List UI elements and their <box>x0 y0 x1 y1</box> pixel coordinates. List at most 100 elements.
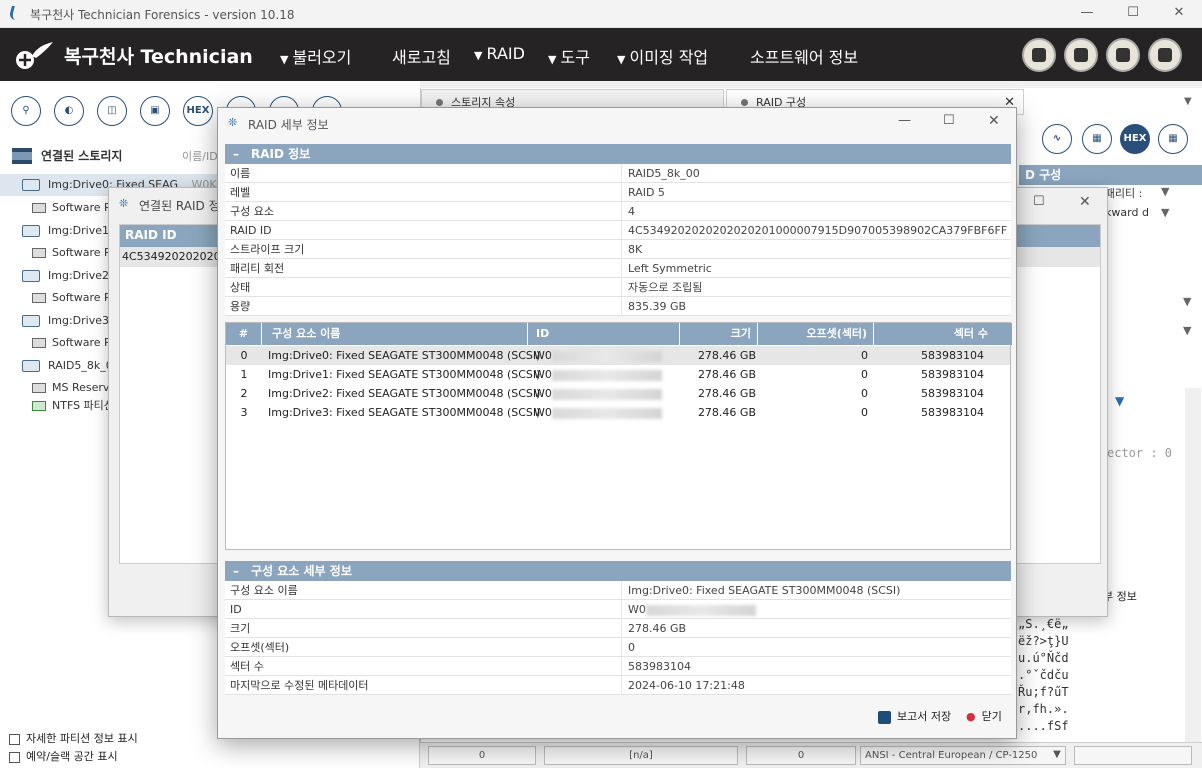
menu-refresh[interactable]: 새로고침 <box>392 44 451 68</box>
analyze-icon[interactable]: ◐ <box>54 96 84 126</box>
grid-icon[interactable]: ▦ <box>1158 124 1188 154</box>
hex-text-line: Řu;f?űT <box>1018 685 1069 699</box>
dropdown-arrow-icon: ▼ <box>280 53 289 66</box>
menu-tools[interactable]: ▼ 도구 <box>548 44 590 68</box>
dropdown-arrow-icon[interactable]: ▼ <box>1048 746 1066 765</box>
menu-software-info[interactable]: 소프트웨어 정보 <box>750 44 858 68</box>
prop-row: 스트라이프 크기 8K <box>225 240 1011 259</box>
col-sector-count[interactable]: 섹터 수 <box>874 323 1012 345</box>
cell-size: 278.46 GB <box>697 368 756 381</box>
app-logo-icon: ❊ <box>228 116 238 129</box>
col-offset[interactable]: 오프셋(섹터) <box>758 323 874 345</box>
window-title: 연결된 RAID 정 <box>139 199 220 213</box>
menu-load[interactable]: ▼ 불러오기 <box>280 44 351 68</box>
hex-view-button[interactable]: HEX <box>1120 124 1150 154</box>
close-button[interactable]: ● 닫기 <box>966 708 1002 724</box>
col-id[interactable]: ID <box>528 323 680 345</box>
cell-name: Img:Drive0: Fixed SEAGATE ST300MM0048 (S… <box>268 349 541 362</box>
app-logo-icon <box>8 6 24 20</box>
cell-index: 3 <box>240 406 248 419</box>
brand-name: 복구천사 Technician <box>64 46 253 68</box>
hex-text-line: ëž?>ţ}U <box>1018 634 1069 648</box>
status-value: 0 <box>746 746 856 765</box>
close-window-button[interactable]: ✕ <box>1156 0 1202 28</box>
menu-raid[interactable]: ▼ RAID <box>474 44 525 63</box>
raid-id-cell: 4C534920202020 <box>122 250 221 263</box>
cell-sectors: 583983104 <box>921 368 984 381</box>
waveform-icon[interactable]: ∿ <box>1042 124 1072 154</box>
report-info-link[interactable]: 부 정보 <box>1103 588 1137 604</box>
minimize-button[interactable]: — <box>898 113 911 128</box>
raid-info-section-header[interactable]: – RAID 정보 <box>225 144 1011 164</box>
gear-icon[interactable] <box>1148 38 1182 72</box>
cell-name: Img:Drive1: Fixed SEAGATE ST300MM0048 (S… <box>268 368 541 381</box>
cell-size: 278.46 GB <box>697 349 756 362</box>
dropdown-arrow-icon[interactable]: ▼ <box>1183 324 1191 337</box>
maximize-button[interactable]: ☐ <box>943 113 955 128</box>
cell-name: Img:Drive2: Fixed SEAGATE ST300MM0048 (S… <box>268 387 541 400</box>
detail-row: ID W0 <box>225 600 1011 619</box>
scrollbar[interactable] <box>1185 388 1201 744</box>
expand-arrow-icon[interactable]: ▼ <box>1115 394 1124 408</box>
cell-id: W0 <box>534 346 662 365</box>
lock-icon[interactable]: ▣ <box>140 96 170 126</box>
show-partition-details-checkbox[interactable]: 자세한 파티션 정보 표시 <box>9 730 138 746</box>
prop-row: 이름 RAID5_8k_00 <box>225 164 1011 183</box>
cell-id: W0 <box>534 403 662 422</box>
hex-text-line: „S.¸€ë„ <box>1018 617 1069 631</box>
cell-offset: 0 <box>861 349 868 362</box>
cell-name: Img:Drive3: Fixed SEAGATE ST300MM0048 (S… <box>268 406 541 419</box>
prop-row: 용량 835.39 GB <box>225 297 1011 316</box>
hex-view-button[interactable]: HEX <box>183 96 213 126</box>
prop-row: 패리티 회전 Left Symmetric <box>225 259 1011 278</box>
close-window-button[interactable]: ✕ <box>1079 194 1091 210</box>
close-dot-icon: ● <box>966 710 976 723</box>
tab-menu-icon[interactable]: ▼ <box>1184 96 1192 107</box>
close-window-button[interactable]: ✕ <box>988 113 1000 129</box>
detail-row: 구성 요소 이름 Img:Drive0: Fixed SEAGATE ST300M… <box>225 581 1011 600</box>
window-titlebar: 복구천사 Technician Forensics - version 10.1… <box>0 0 1202 28</box>
show-slack-space-checkbox[interactable]: 예약/슬랙 공간 표시 <box>9 748 118 764</box>
table-row[interactable]: 0 Img:Drive0: Fixed SEAGATE ST300MM0048 … <box>226 346 1010 365</box>
table-row[interactable]: 1 Img:Drive1: Fixed SEAGATE ST300MM0048 … <box>226 365 1010 384</box>
save-icon <box>878 710 891 724</box>
recover-icon[interactable]: ◫ <box>97 96 127 126</box>
dropdown-arrow-icon[interactable]: ▼ <box>1183 295 1191 308</box>
redacted-id <box>551 388 662 400</box>
cell-index: 2 <box>240 387 248 400</box>
dropdown-arrow-icon: ▼ <box>474 49 483 62</box>
raid-icon <box>32 293 46 303</box>
col-component-name[interactable]: 구성 요소 이름 <box>262 323 528 345</box>
collapse-icon: – <box>233 147 239 161</box>
maximize-button[interactable]: ☐ <box>1033 194 1045 209</box>
table-row[interactable]: 2 Img:Drive2: Fixed SEAGATE ST300MM0048 … <box>226 384 1010 403</box>
prop-row: RAID ID 4C5349202020202020201000007915D90… <box>225 221 1011 240</box>
redacted-id <box>551 407 662 419</box>
raid-config-header: D 구성 <box>1019 165 1202 185</box>
save-report-button[interactable]: 보고서 저장 <box>878 708 951 724</box>
col-size[interactable]: 크기 <box>680 323 758 345</box>
hex-text-line: .°ˇčdču <box>1018 668 1069 682</box>
chart-icon[interactable]: ▦ <box>1082 124 1112 154</box>
status-offset: 0 <box>428 746 536 765</box>
dropdown-arrow-icon[interactable]: ▼ <box>1161 206 1169 219</box>
cell-id: W0 <box>534 365 662 384</box>
maximize-button[interactable]: ☐ <box>1110 0 1156 28</box>
menu-imaging[interactable]: ▼ 이미징 작업 <box>617 44 708 68</box>
col-index[interactable]: # <box>226 323 262 345</box>
search-icon[interactable]: ⚲ <box>11 96 41 126</box>
panel-toggle-icon[interactable] <box>1064 38 1098 72</box>
table-row[interactable]: 3 Img:Drive3: Fixed SEAGATE ST300MM0048 … <box>226 403 1010 422</box>
report-icon[interactable] <box>1022 38 1056 72</box>
minimize-button[interactable]: — <box>1064 0 1110 28</box>
raid-icon <box>32 203 46 213</box>
tab-dot-icon <box>436 99 443 106</box>
component-details-section-header[interactable]: – 구성 요소 세부 정보 <box>225 561 1011 581</box>
dropdown-arrow-icon: ▼ <box>548 53 557 66</box>
dropdown-arrow-icon: ▼ <box>617 53 626 66</box>
user-icon[interactable] <box>1106 38 1140 72</box>
col-raid-id[interactable]: RAID ID <box>125 228 177 242</box>
encoding-select[interactable]: ANSI - Central European / CP-1250 <box>860 746 1066 765</box>
dropdown-arrow-icon[interactable]: ▼ <box>1161 185 1169 198</box>
prop-row: 상태 자동으로 조립됨 <box>225 278 1011 297</box>
